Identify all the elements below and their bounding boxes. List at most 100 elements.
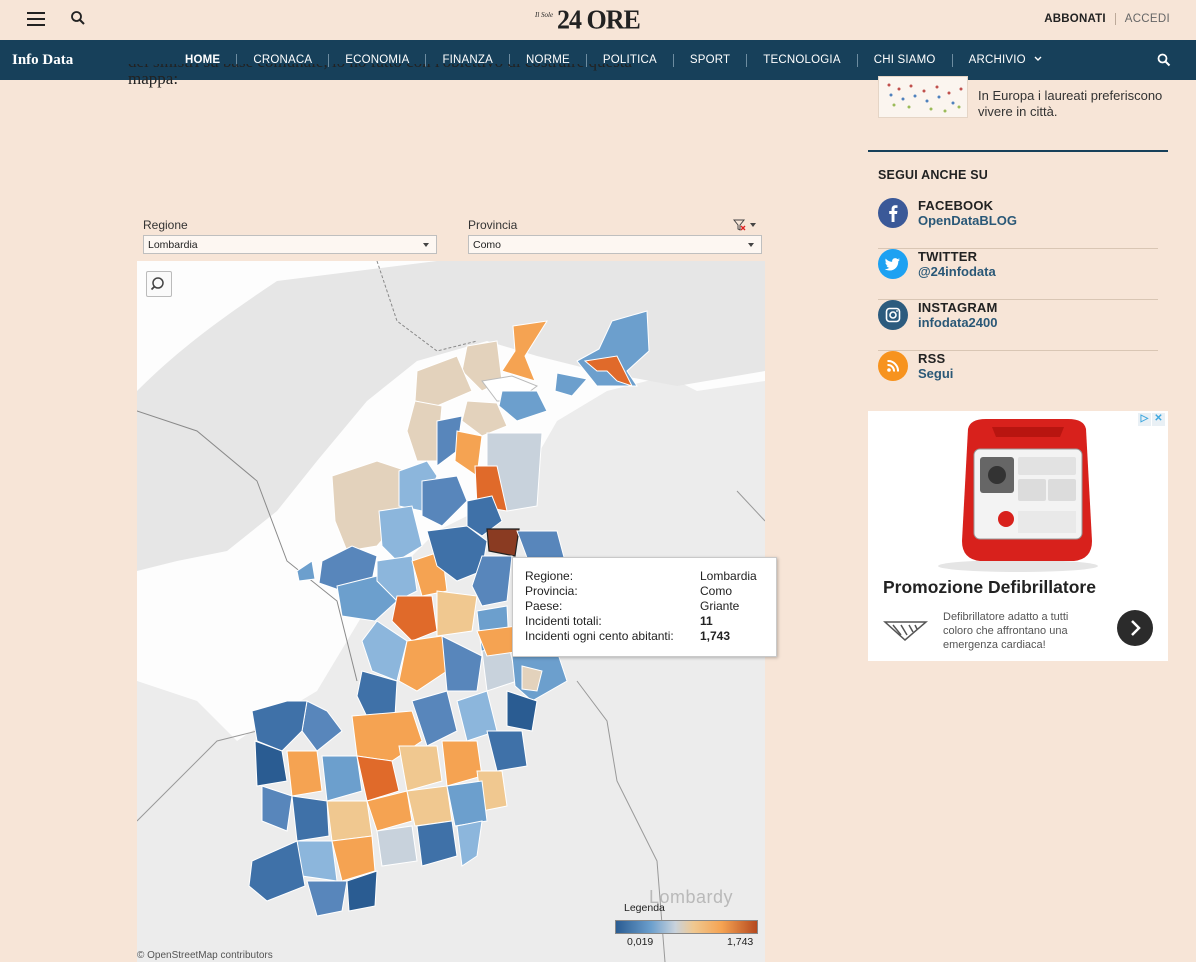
province-dropdown-value: Como (473, 239, 502, 251)
municipality-shape[interactable] (456, 820, 483, 867)
municipality-shape[interactable] (391, 595, 438, 642)
clear-filter-icon[interactable] (733, 218, 759, 232)
map-search-button[interactable] (146, 271, 172, 297)
related-article-headline[interactable]: In Europa i laureati preferiscono vivere… (978, 88, 1163, 120)
thumbnail-chart (887, 83, 963, 113)
social-handle: infodata2400 (918, 315, 998, 330)
tooltip-key: Regione: (525, 569, 574, 583)
tooltip-key: Paese: (525, 599, 563, 613)
ad-title[interactable]: Promozione Defibrillatore (883, 577, 1096, 598)
municipality-shape[interactable] (406, 785, 453, 827)
top-bar: Il Sole 24 ORE ABBONATI ACCEDI (0, 0, 1196, 40)
province-filter-label: Provincia (468, 218, 518, 232)
municipality-shape[interactable] (306, 880, 348, 917)
logo-small-text: Il Sole (535, 11, 554, 19)
social-handle: Segui (918, 366, 954, 381)
subscribe-link[interactable]: ABBONATI (1044, 13, 1116, 25)
municipality-shape[interactable] (416, 820, 458, 867)
region-dropdown[interactable]: Lombardia (143, 235, 437, 254)
social-name: RSS (918, 351, 946, 366)
road-line (736, 490, 765, 522)
tooltip-row: Provincia: Como (525, 584, 764, 599)
municipality-shape[interactable] (376, 825, 418, 867)
region-dropdown-value: Lombardia (148, 239, 198, 251)
municipality-shape[interactable] (361, 620, 408, 682)
municipality-shape[interactable] (486, 528, 520, 557)
legend-max-value: 1,743 (727, 936, 754, 948)
municipality-shape[interactable] (486, 730, 528, 772)
follow-section-title: SEGUI ANCHE SU (878, 168, 988, 182)
municipality-shape[interactable] (321, 755, 363, 802)
ad-brand-logo (883, 621, 928, 641)
chevron-down-icon (1034, 56, 1042, 62)
nav-item-archivio-label: ARCHIVIO (968, 53, 1026, 66)
ad-next-button[interactable] (1117, 610, 1153, 646)
social-name: FACEBOOK (918, 198, 994, 213)
tooltip-key: Incidenti ogni cento abitanti: (525, 629, 674, 643)
map-tooltip: Regione: Lombardia Provincia: Como Paese: G… (512, 557, 777, 657)
article-body: dei sinistri su base comunale, io ho fat… (128, 64, 778, 94)
social-handle: OpenDataBLOG (918, 213, 1017, 228)
menu-icon[interactable] (27, 12, 45, 26)
logo-main-text: 24 ORE (557, 4, 641, 35)
tooltip-value: 11 (700, 614, 713, 628)
municipality-shape[interactable] (436, 590, 478, 637)
tooltip-row: Regione: Lombardia (525, 569, 764, 584)
municipality-shape[interactable] (301, 700, 343, 752)
social-twitter[interactable]: TWITTER @24infodata (878, 249, 1158, 300)
municipality-shape[interactable] (291, 795, 330, 842)
defibrillator-image (938, 419, 1098, 572)
municipality-shape[interactable] (261, 785, 293, 832)
municipality-shape[interactable] (441, 635, 483, 692)
tooltip-row: Paese: Griante (525, 599, 764, 614)
legend-min-value: 0,019 (627, 936, 654, 948)
region-filter-label: Regione (143, 218, 188, 232)
legend-title: Legenda (624, 902, 665, 914)
social-name: TWITTER (918, 249, 978, 264)
caret-down-icon (748, 243, 754, 247)
tooltip-value: Lombardia (700, 569, 757, 583)
social-facebook[interactable]: FACEBOOK OpenDataBLOG (878, 198, 1158, 249)
road-line (137, 730, 258, 822)
tooltip-value: Como (700, 584, 733, 598)
legend-color-bar (615, 920, 758, 934)
tooltip-key: Incidenti totali: (525, 614, 602, 628)
ad-description: Defibrillatore adatto a tutti coloro che… (943, 611, 1069, 651)
municipality-shape[interactable] (398, 635, 448, 692)
magnifier-icon (150, 277, 164, 291)
municipality-shape[interactable] (326, 800, 373, 842)
municipality-shape[interactable] (398, 745, 443, 792)
nav-item-archivio[interactable]: ARCHIVIO (951, 53, 1059, 67)
twitter-icon (878, 249, 908, 279)
tooltip-row: Incidenti totali: 11 (525, 614, 764, 629)
social-instagram[interactable]: INSTAGRAM infodata2400 (878, 300, 1158, 351)
chevron-right-icon (1131, 620, 1141, 636)
instagram-icon (878, 300, 908, 330)
advertisement[interactable]: ▷ ✕ Promozione Defibrillatore Defibrilla… (868, 411, 1168, 661)
social-rss[interactable]: RSS Segui (878, 351, 1158, 402)
osm-credit[interactable]: © OpenStreetMap contributors (137, 950, 273, 961)
search-icon[interactable] (70, 10, 86, 26)
section-brand[interactable]: Info Data (12, 52, 73, 69)
municipality-shape[interactable] (248, 840, 306, 902)
municipality-shape[interactable] (441, 740, 483, 787)
facebook-icon (878, 198, 908, 228)
tooltip-value: 1,743 (700, 629, 731, 643)
ad-close-icon[interactable]: ✕ (1152, 413, 1165, 426)
nav-search-icon[interactable] (1157, 53, 1171, 67)
ad-choices[interactable]: ▷ ✕ (1138, 413, 1166, 426)
site-logo[interactable]: Il Sole 24 ORE (535, 4, 641, 35)
caret-down-icon (423, 243, 429, 247)
tooltip-row: Incidenti ogni cento abitanti: 1,743 (525, 629, 764, 644)
login-link[interactable]: ACCEDI (1116, 13, 1170, 25)
rss-icon (878, 351, 908, 381)
ad-info-icon[interactable]: ▷ (1138, 413, 1151, 426)
related-article-thumbnail[interactable] (878, 76, 968, 118)
municipality-shape[interactable] (286, 750, 323, 797)
province-dropdown[interactable]: Como (468, 235, 762, 254)
tooltip-value: Griante (700, 599, 740, 613)
tooltip-key: Provincia: (525, 584, 578, 598)
sidebar-divider (868, 150, 1168, 152)
municipality-shape[interactable] (446, 780, 488, 827)
nav-item-chi-siamo[interactable]: CHI SIAMO (856, 53, 952, 67)
